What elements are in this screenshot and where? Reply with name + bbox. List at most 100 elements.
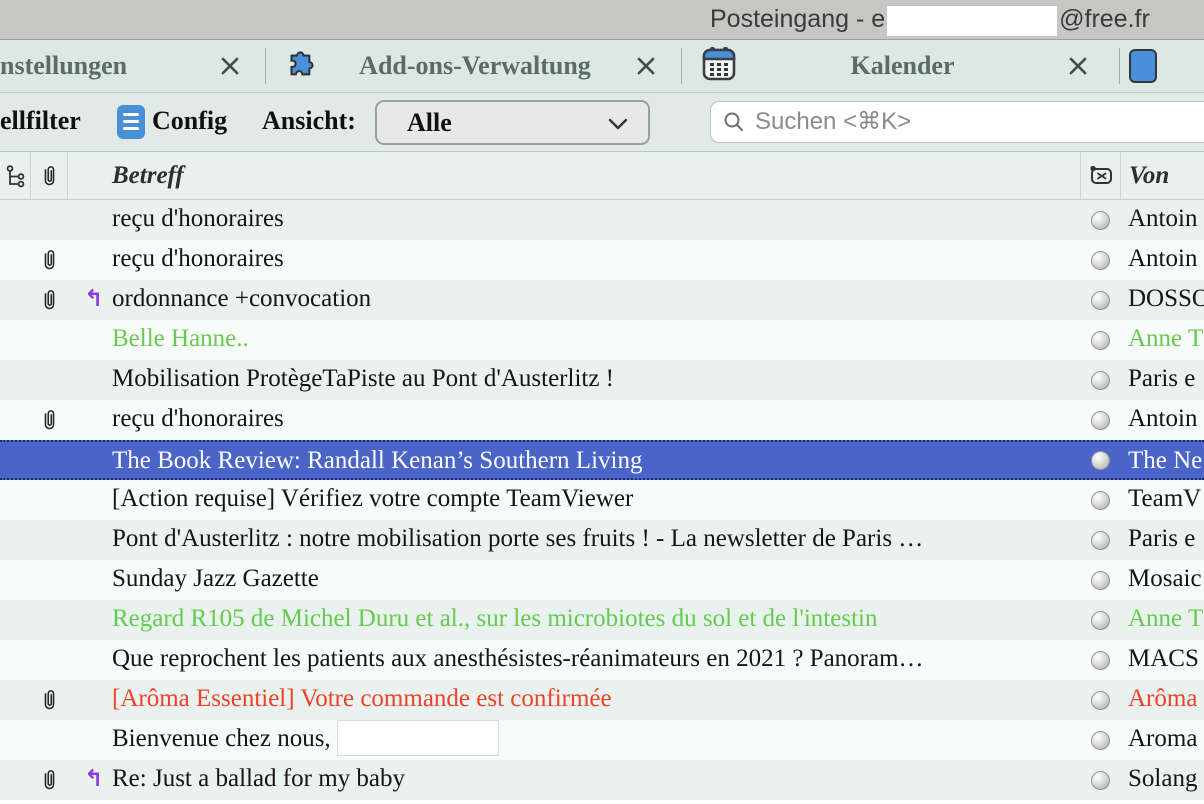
read-status-icon[interactable]: [1091, 251, 1110, 270]
read-status-icon[interactable]: [1091, 731, 1110, 750]
read-status-icon[interactable]: [1091, 571, 1110, 590]
tab-addons-close-icon[interactable]: [635, 55, 657, 77]
message-row[interactable]: Mobilisation ProtègeTaPiste au Pont d'Au…: [0, 360, 1204, 400]
message-sender: Anne T: [1128, 605, 1203, 632]
thread-cell: [0, 360, 31, 400]
read-status-icon[interactable]: [1091, 371, 1110, 390]
message-subject: reçu d'honoraires: [112, 405, 284, 432]
thread-cell: [0, 480, 31, 520]
config-button[interactable]: Config: [152, 93, 227, 151]
unread-cell[interactable]: [1080, 520, 1120, 560]
message-row[interactable]: [Arôma Essentiel] Votre commande est con…: [0, 680, 1204, 720]
tab-calendar-close-icon[interactable]: [1067, 55, 1089, 77]
subject-cell: reçu d'honoraires: [68, 400, 1080, 440]
attachment-cell: [31, 200, 68, 240]
message-row[interactable]: Pont d'Austerlitz : notre mobilisation p…: [0, 520, 1204, 560]
message-row[interactable]: Bienvenue chez nous, Aroma: [0, 720, 1204, 760]
unread-cell[interactable]: [1080, 200, 1120, 240]
unread-cell[interactable]: [1080, 480, 1120, 520]
message-row[interactable]: Belle Hanne.. Anne T: [0, 320, 1204, 360]
attachment-cell: [31, 600, 68, 640]
tab-settings-close-icon[interactable]: [219, 55, 241, 77]
read-status-icon[interactable]: [1091, 771, 1110, 790]
subject-cell: The Book Review: Randall Kenan’s Souther…: [68, 442, 1080, 478]
read-status-icon[interactable]: [1091, 451, 1110, 470]
message-row[interactable]: reçu d'honoraires Antoin: [0, 400, 1204, 440]
message-row[interactable]: Regard R105 de Michel Duru et al., sur l…: [0, 600, 1204, 640]
unread-cell[interactable]: [1080, 280, 1120, 320]
message-subject: ordonnance +convocation: [112, 285, 371, 312]
quick-filter-button[interactable]: ellfilter: [0, 93, 81, 151]
read-status-icon[interactable]: [1091, 291, 1110, 310]
thread-cell: [0, 520, 31, 560]
from-cell: Paris e: [1120, 360, 1204, 400]
read-status-icon[interactable]: [1091, 611, 1110, 630]
from-cell: Mosaic: [1120, 560, 1204, 600]
search-box[interactable]: [710, 101, 1204, 143]
message-subject: Que reprochent les patients aux anesthés…: [112, 645, 924, 672]
message-sender: Anne T: [1128, 325, 1203, 352]
message-row[interactable]: Sunday Jazz Gazette Mosaic: [0, 560, 1204, 600]
attachment-cell: [31, 640, 68, 680]
read-status-icon[interactable]: [1091, 331, 1110, 350]
from-column-header[interactable]: Von: [1120, 152, 1204, 199]
tab-address-book[interactable]: [1120, 40, 1204, 92]
message-sender: DOSSO: [1128, 285, 1204, 312]
attachment-cell: [31, 320, 68, 360]
message-row[interactable]: ↰ordonnance +convocation DOSSO: [0, 280, 1204, 320]
message-row[interactable]: The Book Review: Randall Kenan’s Souther…: [0, 440, 1204, 480]
unread-cell[interactable]: [1080, 442, 1120, 478]
read-status-icon[interactable]: [1091, 651, 1110, 670]
tab-addons[interactable]: Add-ons-Verwaltung: [266, 40, 681, 92]
read-status-icon[interactable]: [1091, 531, 1110, 550]
from-cell: Antoin: [1120, 200, 1204, 240]
message-row[interactable]: reçu d'honoraires Antoin: [0, 200, 1204, 240]
message-row[interactable]: [Action requise] Vérifiez votre compte T…: [0, 480, 1204, 520]
tab-calendar[interactable]: Kalender: [682, 40, 1119, 92]
unread-cell[interactable]: [1080, 680, 1120, 720]
read-status-icon[interactable]: [1091, 211, 1110, 230]
thread-cell: [0, 680, 31, 720]
attachment-cell: [31, 442, 68, 478]
attachment-cell: [31, 680, 68, 720]
message-sender: Antoin: [1128, 405, 1197, 432]
unread-cell[interactable]: [1080, 320, 1120, 360]
unread-cell[interactable]: [1080, 240, 1120, 280]
read-status-icon[interactable]: [1091, 491, 1110, 510]
subject-cell: ↰Re: Just a ballad for my baby: [68, 760, 1080, 800]
unread-cell[interactable]: [1080, 640, 1120, 680]
view-dropdown[interactable]: Alle: [375, 100, 650, 145]
window-title-prefix: Posteingang - e: [710, 5, 885, 33]
unread-cell[interactable]: [1080, 360, 1120, 400]
search-input[interactable]: [753, 107, 1204, 137]
chevron-down-icon: [608, 118, 628, 130]
tab-settings[interactable]: nstellungen: [0, 40, 265, 92]
message-row[interactable]: Que reprochent les patients aux anesthés…: [0, 640, 1204, 680]
unread-cell[interactable]: [1080, 600, 1120, 640]
message-row[interactable]: ↰Re: Just a ballad for my baby Solang: [0, 760, 1204, 800]
window-title: Posteingang - e@free.fr: [710, 0, 1150, 40]
thread-column-header[interactable]: [0, 152, 31, 199]
subject-column-header[interactable]: Betreff: [68, 152, 1080, 199]
window-titlebar: Posteingang - e@free.fr: [0, 0, 1204, 40]
attachment-column-header[interactable]: [31, 152, 68, 199]
subject-cell: ↰ordonnance +convocation: [68, 280, 1080, 320]
read-status-icon[interactable]: [1091, 411, 1110, 430]
message-sender: Paris e: [1128, 365, 1195, 392]
unread-cell[interactable]: [1080, 400, 1120, 440]
from-cell: Solang: [1120, 760, 1204, 800]
unread-cell[interactable]: [1080, 760, 1120, 800]
from-column-label: Von: [1129, 162, 1169, 190]
thread-cell: [0, 760, 31, 800]
unread-cell[interactable]: [1080, 560, 1120, 600]
subject-cell: reçu d'honoraires: [68, 200, 1080, 240]
unread-cell[interactable]: [1080, 720, 1120, 760]
unread-column-header[interactable]: [1080, 152, 1120, 199]
from-cell: Arôma: [1120, 680, 1204, 720]
read-status-icon[interactable]: [1091, 691, 1110, 710]
thread-icon: [5, 164, 26, 188]
message-sender: MACS: [1128, 645, 1199, 672]
message-row[interactable]: reçu d'honoraires Antoin: [0, 240, 1204, 280]
thread-cell: [0, 720, 31, 760]
search-icon: [723, 111, 745, 133]
